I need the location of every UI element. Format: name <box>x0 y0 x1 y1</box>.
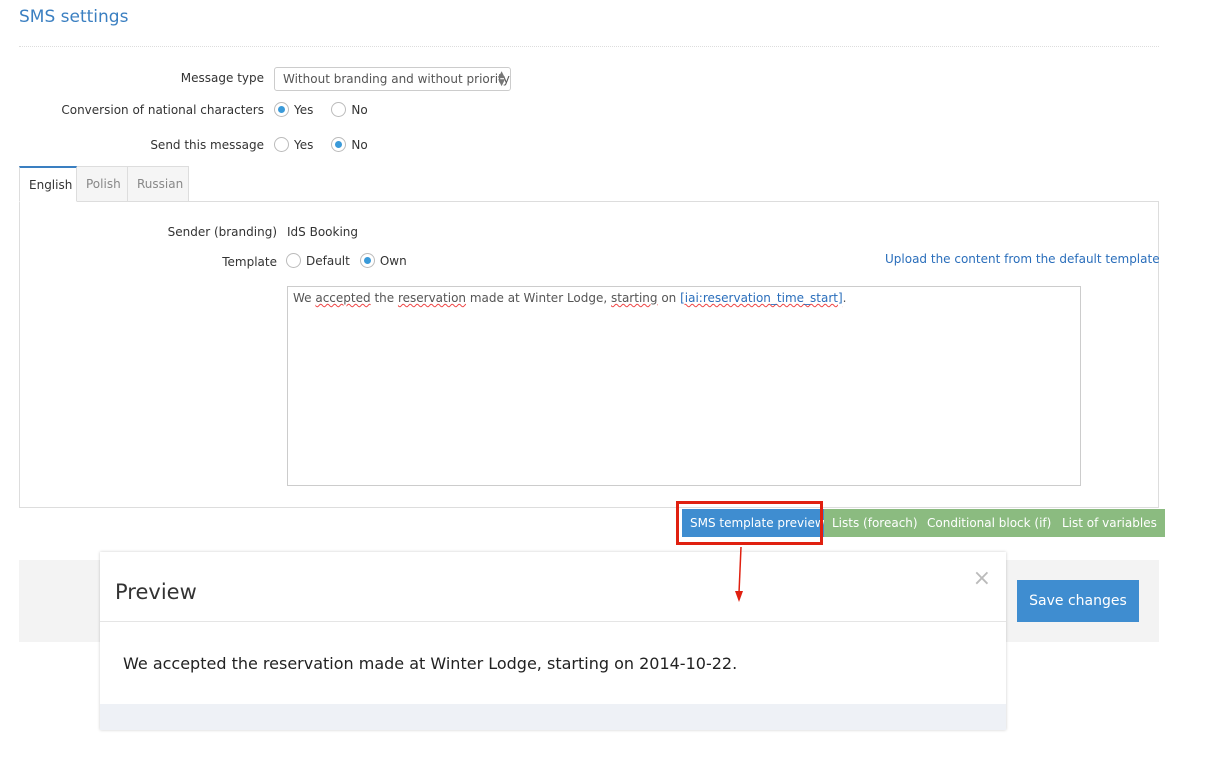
send-no-radio[interactable]: No <box>331 137 368 152</box>
highlight-box <box>676 501 823 545</box>
preview-modal: Preview × We accepted the reservation ma… <box>100 552 1006 730</box>
divider <box>19 46 1159 47</box>
modal-footer <box>100 704 1006 730</box>
sender-value: IdS Booking <box>287 225 359 239</box>
conversion-yes-radio[interactable]: Yes <box>274 102 313 117</box>
chevron-updown-icon: ▲ ▼ <box>498 70 505 88</box>
arrow-icon <box>735 546 743 602</box>
conversion-no-radio[interactable]: No <box>331 102 368 117</box>
sender-label: Sender (branding) <box>167 225 277 239</box>
select-value: Without branding and without priority <box>283 72 510 86</box>
template-own-radio[interactable]: Own <box>359 253 407 268</box>
tab-polish[interactable]: Polish <box>76 166 128 202</box>
template-label: Template <box>222 255 277 269</box>
upload-default-link[interactable]: Upload the content from the default temp… <box>885 252 1160 266</box>
conversion-label: Conversion of national characters <box>61 103 264 117</box>
lists-foreach-button[interactable]: Lists (foreach) <box>824 509 926 537</box>
save-changes-button[interactable]: Save changes <box>1017 580 1139 622</box>
message-type-select[interactable]: Without branding and without priority ▲ ▼ <box>274 67 511 91</box>
message-type-label: Message type <box>180 71 264 85</box>
modal-body: We accepted the reservation made at Wint… <box>123 654 738 673</box>
send-label: Send this message <box>150 138 264 152</box>
modal-title: Preview <box>115 580 197 604</box>
page-title: SMS settings <box>19 7 129 27</box>
conditional-block-button[interactable]: Conditional block (if) <box>919 509 1060 537</box>
tab-russian[interactable]: Russian <box>127 166 189 202</box>
sms-content-textarea[interactable]: We accepted the reservation made at Wint… <box>287 286 1081 486</box>
template-default-radio[interactable]: Default <box>286 253 350 268</box>
send-yes-radio[interactable]: Yes <box>274 137 313 152</box>
tab-english[interactable]: English <box>19 166 77 202</box>
list-of-variables-button[interactable]: List of variables <box>1054 509 1165 537</box>
close-icon[interactable]: × <box>973 566 991 591</box>
